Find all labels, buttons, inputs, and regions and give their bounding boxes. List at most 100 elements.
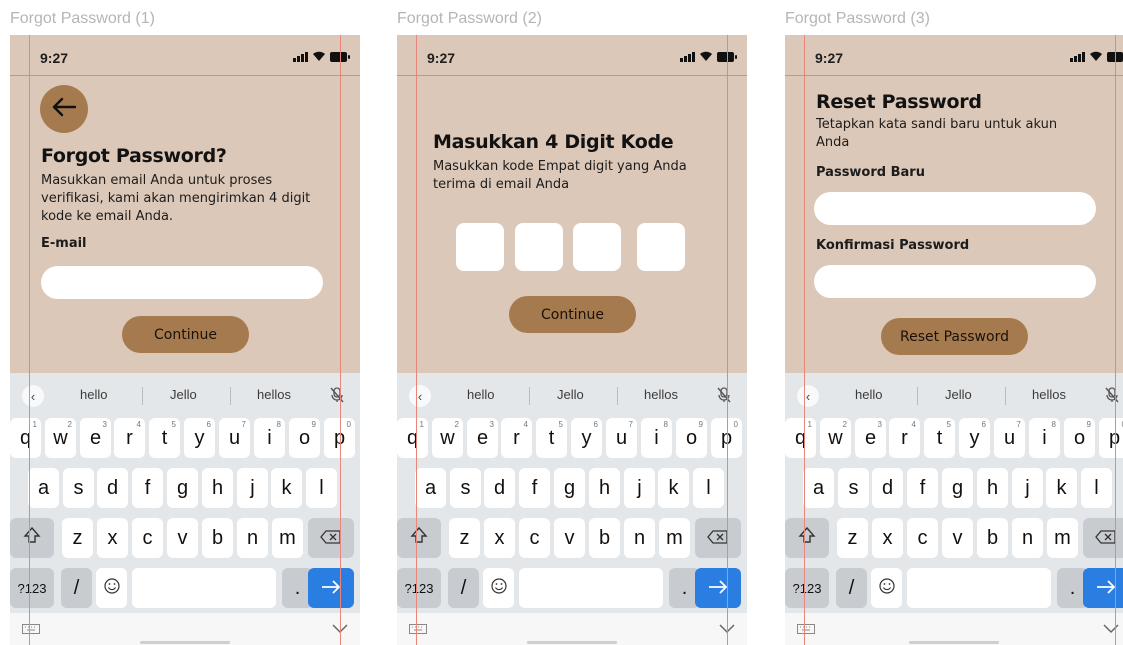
mic-off-icon[interactable]: [1105, 387, 1119, 408]
key-letter[interactable]: j: [237, 468, 268, 508]
enter-key[interactable]: [308, 568, 354, 608]
key-letter[interactable]: n: [237, 518, 268, 558]
key-letter[interactable]: e3: [467, 418, 498, 458]
backspace-key[interactable]: [695, 518, 741, 558]
continue-button[interactable]: Continue: [122, 316, 249, 353]
suggestion-item[interactable]: Jello: [557, 387, 584, 402]
key-letter[interactable]: d: [484, 468, 515, 508]
slash-key[interactable]: /: [61, 568, 92, 608]
key-letter[interactable]: v: [942, 518, 973, 558]
key-letter[interactable]: d: [97, 468, 128, 508]
shift-key[interactable]: [785, 518, 829, 558]
key-letter[interactable]: v: [167, 518, 198, 558]
key-letter[interactable]: w2: [45, 418, 76, 458]
key-letter[interactable]: t5: [924, 418, 955, 458]
key-letter[interactable]: x: [97, 518, 128, 558]
key-letter[interactable]: c: [907, 518, 938, 558]
suggestion-item[interactable]: hello: [467, 387, 494, 402]
key-letter[interactable]: k: [658, 468, 689, 508]
key-letter[interactable]: q1: [397, 418, 428, 458]
code-digit-4[interactable]: [637, 223, 685, 271]
key-letter[interactable]: l: [1081, 468, 1112, 508]
email-field[interactable]: [41, 266, 323, 299]
key-letter[interactable]: r4: [501, 418, 532, 458]
back-button[interactable]: [40, 85, 88, 133]
symbols-key[interactable]: ?123: [10, 568, 54, 608]
key-letter[interactable]: j: [1012, 468, 1043, 508]
code-digit-3[interactable]: [573, 223, 621, 271]
key-letter[interactable]: z: [837, 518, 868, 558]
key-letter[interactable]: r4: [114, 418, 145, 458]
suggestion-item[interactable]: hellos: [257, 387, 291, 402]
key-letter[interactable]: i8: [1029, 418, 1060, 458]
reset-password-button[interactable]: Reset Password: [881, 318, 1028, 355]
key-letter[interactable]: y6: [184, 418, 215, 458]
mic-off-icon[interactable]: [330, 387, 344, 408]
key-letter[interactable]: q1: [10, 418, 41, 458]
slash-key[interactable]: /: [448, 568, 479, 608]
symbols-key[interactable]: ?123: [785, 568, 829, 608]
suggestion-back-button[interactable]: ‹: [22, 385, 44, 407]
key-letter[interactable]: a: [415, 468, 446, 508]
key-letter[interactable]: u7: [994, 418, 1025, 458]
key-letter[interactable]: a: [28, 468, 59, 508]
slash-key[interactable]: /: [836, 568, 867, 608]
backspace-key[interactable]: [308, 518, 354, 558]
key-letter[interactable]: u7: [219, 418, 250, 458]
key-letter[interactable]: g: [167, 468, 198, 508]
key-letter[interactable]: n: [624, 518, 655, 558]
key-letter[interactable]: f: [132, 468, 163, 508]
key-letter[interactable]: s: [63, 468, 94, 508]
key-letter[interactable]: f: [907, 468, 938, 508]
suggestion-item[interactable]: hellos: [1032, 387, 1066, 402]
suggestion-item[interactable]: hellos: [644, 387, 678, 402]
key-letter[interactable]: l: [693, 468, 724, 508]
backspace-key[interactable]: [1083, 518, 1123, 558]
key-letter[interactable]: p0: [1099, 418, 1123, 458]
key-letter[interactable]: o9: [676, 418, 707, 458]
mic-off-icon[interactable]: [717, 387, 731, 408]
suggestion-back-button[interactable]: ‹: [409, 385, 431, 407]
chevron-down-icon[interactable]: [1103, 621, 1119, 639]
continue-button[interactable]: Continue: [509, 296, 636, 333]
key-letter[interactable]: k: [271, 468, 302, 508]
key-letter[interactable]: g: [942, 468, 973, 508]
key-letter[interactable]: c: [519, 518, 550, 558]
key-letter[interactable]: m: [272, 518, 303, 558]
emoji-key[interactable]: [96, 568, 127, 608]
key-letter[interactable]: i8: [254, 418, 285, 458]
key-letter[interactable]: j: [624, 468, 655, 508]
enter-key[interactable]: [695, 568, 741, 608]
key-letter[interactable]: e3: [855, 418, 886, 458]
emoji-key[interactable]: [483, 568, 514, 608]
keyboard-icon[interactable]: [409, 621, 427, 639]
key-letter[interactable]: e3: [80, 418, 111, 458]
key-letter[interactable]: k: [1046, 468, 1077, 508]
keyboard-icon[interactable]: [22, 621, 40, 639]
key-letter[interactable]: o9: [289, 418, 320, 458]
new-password-field[interactable]: [814, 192, 1096, 225]
key-letter[interactable]: f: [519, 468, 550, 508]
key-letter[interactable]: b: [202, 518, 233, 558]
suggestion-item[interactable]: hello: [80, 387, 107, 402]
suggestion-item[interactable]: Jello: [170, 387, 197, 402]
key-letter[interactable]: q1: [785, 418, 816, 458]
key-letter[interactable]: m: [659, 518, 690, 558]
keyboard-icon[interactable]: [797, 621, 815, 639]
shift-key[interactable]: [10, 518, 54, 558]
space-key[interactable]: [132, 568, 276, 608]
key-letter[interactable]: y6: [959, 418, 990, 458]
key-letter[interactable]: l: [306, 468, 337, 508]
suggestion-item[interactable]: Jello: [945, 387, 972, 402]
key-letter[interactable]: y6: [571, 418, 602, 458]
key-letter[interactable]: n: [1012, 518, 1043, 558]
code-digit-1[interactable]: [456, 223, 504, 271]
shift-key[interactable]: [397, 518, 441, 558]
key-letter[interactable]: b: [977, 518, 1008, 558]
key-letter[interactable]: s: [450, 468, 481, 508]
key-letter[interactable]: b: [589, 518, 620, 558]
key-letter[interactable]: d: [872, 468, 903, 508]
key-letter[interactable]: h: [589, 468, 620, 508]
key-letter[interactable]: w2: [820, 418, 851, 458]
key-letter[interactable]: v: [554, 518, 585, 558]
